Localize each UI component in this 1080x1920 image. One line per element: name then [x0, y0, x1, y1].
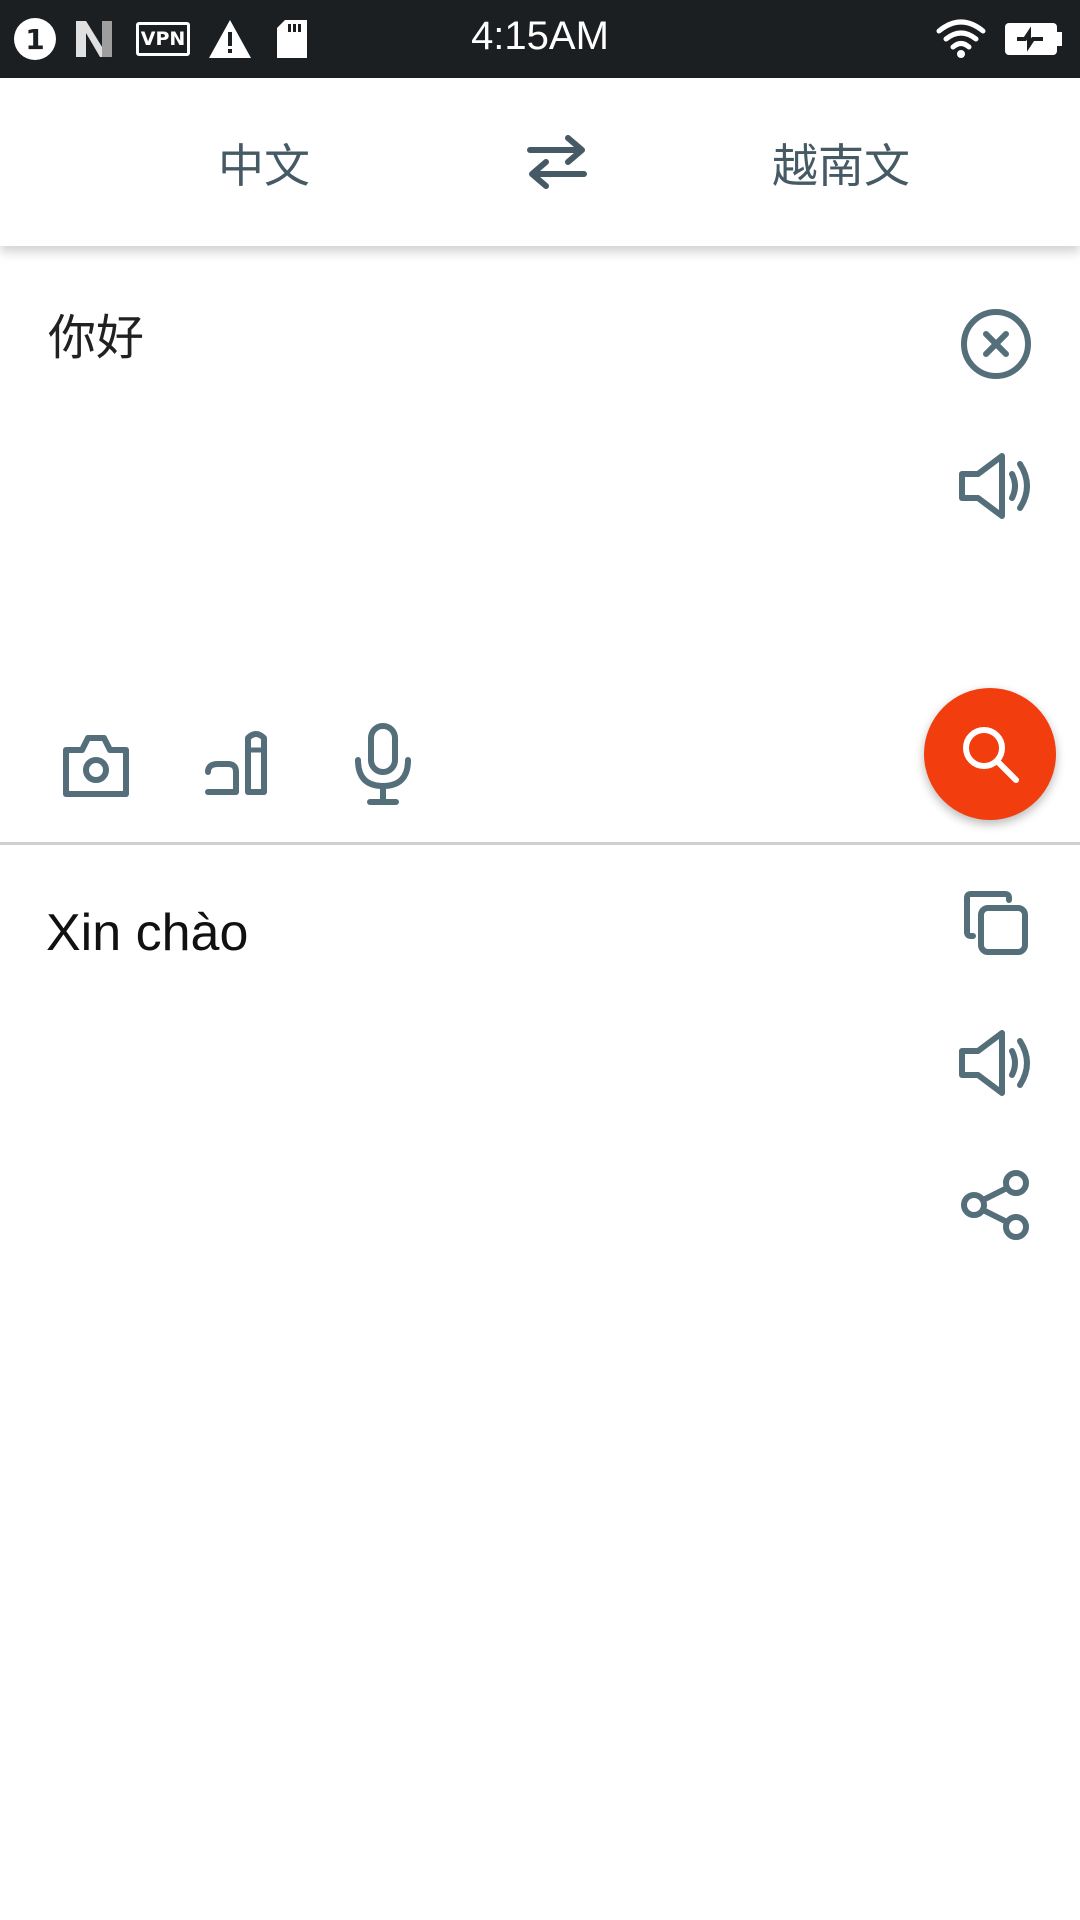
swap-languages-button[interactable]	[522, 130, 592, 194]
swap-arrows-icon	[527, 135, 587, 189]
share-icon	[961, 1170, 1029, 1240]
input-panel: 你好	[0, 246, 1080, 844]
handwriting-icon	[205, 731, 267, 795]
microphone-icon	[355, 723, 411, 805]
wifi-icon	[934, 17, 988, 61]
speaker-icon	[959, 1030, 1030, 1096]
status-time: 4:15AM	[471, 14, 609, 58]
output-panel: Xin chào	[0, 845, 1080, 1920]
status-bar: 1 VPN 4:15AM	[0, 0, 1080, 78]
speak-source-button[interactable]	[954, 450, 1038, 522]
handwriting-button[interactable]	[200, 726, 276, 802]
source-text-input[interactable]: 你好	[48, 298, 898, 368]
clear-button[interactable]	[956, 304, 1036, 384]
copy-button[interactable]	[958, 885, 1034, 961]
source-language-button[interactable]: 中文	[218, 130, 310, 196]
microphone-button[interactable]	[350, 720, 416, 810]
target-language-button[interactable]: 越南文	[772, 130, 910, 196]
translated-text: Xin chào	[46, 904, 249, 962]
camera-icon	[63, 735, 129, 797]
search-icon	[963, 727, 1019, 783]
speaker-icon	[959, 453, 1030, 519]
battery-charging-icon	[1002, 17, 1064, 61]
speak-translation-button[interactable]	[954, 1027, 1038, 1099]
clear-icon	[961, 309, 1031, 379]
translate-search-button[interactable]	[924, 688, 1056, 820]
copy-icon	[964, 891, 1028, 955]
camera-button[interactable]	[56, 730, 136, 802]
share-button[interactable]	[958, 1167, 1034, 1243]
language-bar: 中文 越南文	[0, 78, 1080, 246]
